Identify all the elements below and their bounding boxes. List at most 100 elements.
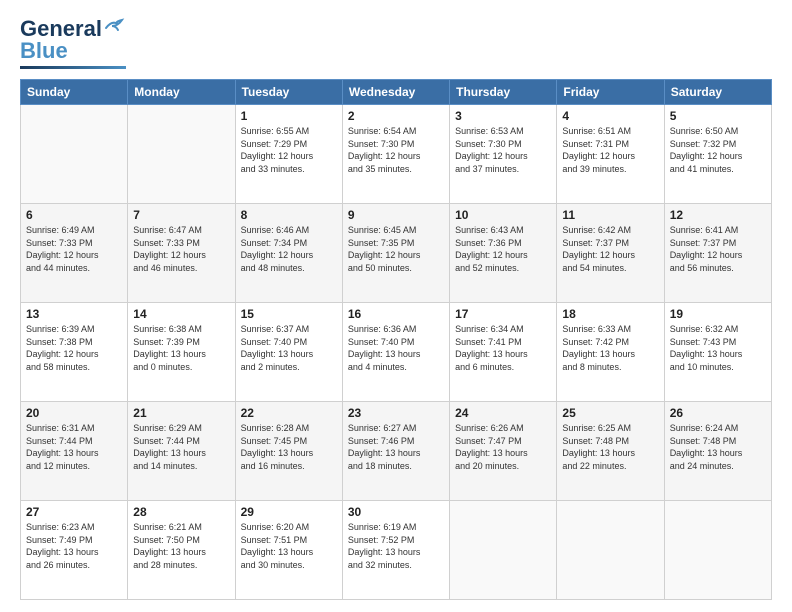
day-number: 18 <box>562 307 658 321</box>
day-info: Sunrise: 6:54 AM Sunset: 7:30 PM Dayligh… <box>348 125 444 175</box>
day-number: 16 <box>348 307 444 321</box>
calendar-cell: 25Sunrise: 6:25 AM Sunset: 7:48 PM Dayli… <box>557 402 664 501</box>
calendar-cell: 27Sunrise: 6:23 AM Sunset: 7:49 PM Dayli… <box>21 501 128 600</box>
day-info: Sunrise: 6:32 AM Sunset: 7:43 PM Dayligh… <box>670 323 766 373</box>
day-number: 24 <box>455 406 551 420</box>
logo-underline <box>20 66 126 69</box>
calendar-cell: 20 Sunrise: 6:31 AM Sunset: 7:44 PM Dayli… <box>21 402 128 501</box>
day-number: 23 <box>348 406 444 420</box>
day-info: Sunrise: 6:21 AM Sunset: 7:50 PM Dayligh… <box>133 521 229 571</box>
day-info: Sunrise: 6:31 AM Sunset: 7:44 PM Dayligh… <box>26 422 122 472</box>
day-number: 19 <box>670 307 766 321</box>
weekday-header-wednesday: Wednesday <box>342 80 449 105</box>
weekday-header-saturday: Saturday <box>664 80 771 105</box>
logo: General Blue <box>20 16 126 69</box>
day-info: Sunrise: 6:41 AM Sunset: 7:37 PM Dayligh… <box>670 224 766 274</box>
calendar-cell <box>128 105 235 204</box>
calendar-cell: 6 Sunrise: 6:49 AM Sunset: 7:33 PM Daylig… <box>21 204 128 303</box>
week-row-1: 1Sunrise: 6:55 AM Sunset: 7:29 PM Daylig… <box>21 105 772 204</box>
day-info: Sunrise: 6:26 AM Sunset: 7:47 PM Dayligh… <box>455 422 551 472</box>
calendar-cell: 16 Sunrise: 6:36 AM Sunset: 7:40 PM Dayli… <box>342 303 449 402</box>
day-number: 26 <box>670 406 766 420</box>
calendar-cell <box>557 501 664 600</box>
calendar-cell <box>664 501 771 600</box>
calendar-cell: 18 Sunrise: 6:33 AM Sunset: 7:42 PM Dayli… <box>557 303 664 402</box>
weekday-header-row: SundayMondayTuesdayWednesdayThursdayFrid… <box>21 80 772 105</box>
day-number: 30 <box>348 505 444 519</box>
day-number: 5 <box>670 109 766 123</box>
day-info: Sunrise: 6:51 AM Sunset: 7:31 PM Dayligh… <box>562 125 658 175</box>
calendar-cell: 28 Sunrise: 6:21 AM Sunset: 7:50 PM Dayli… <box>128 501 235 600</box>
calendar-cell: 8 Sunrise: 6:46 AM Sunset: 7:34 PM Daylig… <box>235 204 342 303</box>
day-info: Sunrise: 6:46 AM Sunset: 7:34 PM Dayligh… <box>241 224 337 274</box>
weekday-header-tuesday: Tuesday <box>235 80 342 105</box>
day-number: 21 <box>133 406 229 420</box>
calendar-cell: 10 Sunrise: 6:43 AM Sunset: 7:36 PM Dayli… <box>450 204 557 303</box>
day-info: Sunrise: 6:50 AM Sunset: 7:32 PM Dayligh… <box>670 125 766 175</box>
day-info: Sunrise: 6:36 AM Sunset: 7:40 PM Dayligh… <box>348 323 444 373</box>
day-number: 4 <box>562 109 658 123</box>
week-row-4: 20 Sunrise: 6:31 AM Sunset: 7:44 PM Dayli… <box>21 402 772 501</box>
calendar-cell: 2 Sunrise: 6:54 AM Sunset: 7:30 PM Daylig… <box>342 105 449 204</box>
day-info: Sunrise: 6:24 AM Sunset: 7:48 PM Dayligh… <box>670 422 766 472</box>
weekday-header-monday: Monday <box>128 80 235 105</box>
day-number: 10 <box>455 208 551 222</box>
calendar-cell: 3 Sunrise: 6:53 AM Sunset: 7:30 PM Daylig… <box>450 105 557 204</box>
day-number: 12 <box>670 208 766 222</box>
day-number: 3 <box>455 109 551 123</box>
day-info: Sunrise: 6:39 AM Sunset: 7:38 PM Dayligh… <box>26 323 122 373</box>
day-info: Sunrise: 6:29 AM Sunset: 7:44 PM Dayligh… <box>133 422 229 472</box>
day-info: Sunrise: 6:33 AM Sunset: 7:42 PM Dayligh… <box>562 323 658 373</box>
day-info: Sunrise: 6:28 AM Sunset: 7:45 PM Dayligh… <box>241 422 337 472</box>
calendar-cell: 29Sunrise: 6:20 AM Sunset: 7:51 PM Dayli… <box>235 501 342 600</box>
day-number: 6 <box>26 208 122 222</box>
calendar-cell: 21 Sunrise: 6:29 AM Sunset: 7:44 PM Dayli… <box>128 402 235 501</box>
day-number: 17 <box>455 307 551 321</box>
calendar-cell: 14 Sunrise: 6:38 AM Sunset: 7:39 PM Dayli… <box>128 303 235 402</box>
day-info: Sunrise: 6:38 AM Sunset: 7:39 PM Dayligh… <box>133 323 229 373</box>
day-info: Sunrise: 6:43 AM Sunset: 7:36 PM Dayligh… <box>455 224 551 274</box>
day-number: 22 <box>241 406 337 420</box>
logo-bird-icon <box>104 18 126 36</box>
weekday-header-friday: Friday <box>557 80 664 105</box>
calendar-cell: 22 Sunrise: 6:28 AM Sunset: 7:45 PM Dayli… <box>235 402 342 501</box>
calendar-cell: 17 Sunrise: 6:34 AM Sunset: 7:41 PM Dayli… <box>450 303 557 402</box>
calendar-cell: 9Sunrise: 6:45 AM Sunset: 7:35 PM Daylig… <box>342 204 449 303</box>
day-info: Sunrise: 6:37 AM Sunset: 7:40 PM Dayligh… <box>241 323 337 373</box>
day-number: 9 <box>348 208 444 222</box>
day-info: Sunrise: 6:23 AM Sunset: 7:49 PM Dayligh… <box>26 521 122 571</box>
calendar-cell: 12 Sunrise: 6:41 AM Sunset: 7:37 PM Dayli… <box>664 204 771 303</box>
calendar-cell: 23 Sunrise: 6:27 AM Sunset: 7:46 PM Dayli… <box>342 402 449 501</box>
weekday-header-sunday: Sunday <box>21 80 128 105</box>
day-number: 8 <box>241 208 337 222</box>
day-info: Sunrise: 6:19 AM Sunset: 7:52 PM Dayligh… <box>348 521 444 571</box>
calendar-cell: 19 Sunrise: 6:32 AM Sunset: 7:43 PM Dayli… <box>664 303 771 402</box>
day-info: Sunrise: 6:55 AM Sunset: 7:29 PM Dayligh… <box>241 125 337 175</box>
calendar-cell: 30 Sunrise: 6:19 AM Sunset: 7:52 PM Dayli… <box>342 501 449 600</box>
day-number: 28 <box>133 505 229 519</box>
calendar-cell: 24 Sunrise: 6:26 AM Sunset: 7:47 PM Dayli… <box>450 402 557 501</box>
calendar-cell: 15Sunrise: 6:37 AM Sunset: 7:40 PM Dayli… <box>235 303 342 402</box>
day-number: 25 <box>562 406 658 420</box>
header: General Blue <box>20 16 772 69</box>
calendar-cell: 4 Sunrise: 6:51 AM Sunset: 7:31 PM Daylig… <box>557 105 664 204</box>
calendar-cell: 13 Sunrise: 6:39 AM Sunset: 7:38 PM Dayli… <box>21 303 128 402</box>
day-info: Sunrise: 6:27 AM Sunset: 7:46 PM Dayligh… <box>348 422 444 472</box>
day-info: Sunrise: 6:20 AM Sunset: 7:51 PM Dayligh… <box>241 521 337 571</box>
calendar-cell: 26 Sunrise: 6:24 AM Sunset: 7:48 PM Dayli… <box>664 402 771 501</box>
day-info: Sunrise: 6:34 AM Sunset: 7:41 PM Dayligh… <box>455 323 551 373</box>
day-info: Sunrise: 6:53 AM Sunset: 7:30 PM Dayligh… <box>455 125 551 175</box>
day-number: 7 <box>133 208 229 222</box>
day-number: 2 <box>348 109 444 123</box>
day-number: 20 <box>26 406 122 420</box>
week-row-5: 27Sunrise: 6:23 AM Sunset: 7:49 PM Dayli… <box>21 501 772 600</box>
day-info: Sunrise: 6:49 AM Sunset: 7:33 PM Dayligh… <box>26 224 122 274</box>
day-number: 11 <box>562 208 658 222</box>
day-info: Sunrise: 6:42 AM Sunset: 7:37 PM Dayligh… <box>562 224 658 274</box>
day-number: 13 <box>26 307 122 321</box>
calendar-cell: 11 Sunrise: 6:42 AM Sunset: 7:37 PM Dayli… <box>557 204 664 303</box>
logo-blue: Blue <box>20 38 68 64</box>
calendar-cell <box>450 501 557 600</box>
week-row-3: 13 Sunrise: 6:39 AM Sunset: 7:38 PM Dayli… <box>21 303 772 402</box>
day-number: 14 <box>133 307 229 321</box>
